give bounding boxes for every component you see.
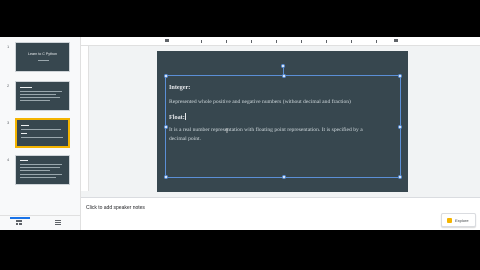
thumbnail-heading-line xyxy=(21,133,27,134)
filmstrip: 1 Learn to C Python 2 3 4 xyxy=(0,37,81,230)
thumbnail-text-line xyxy=(21,129,61,130)
resize-handle-bottom[interactable] xyxy=(282,175,286,179)
active-view-indicator xyxy=(10,217,30,219)
text-float-description-line-2[interactable]: decimal point. xyxy=(169,136,201,142)
slide-number: 2 xyxy=(7,83,10,88)
text-cursor xyxy=(185,113,186,120)
thumbnail-text-line xyxy=(21,137,63,138)
mouse-ibeam-cursor-icon: I xyxy=(226,128,228,135)
thumbnail-heading-line xyxy=(20,87,32,88)
vertical-ruler xyxy=(81,46,89,191)
resize-handle-top-right[interactable] xyxy=(398,74,402,78)
list-view-icon[interactable] xyxy=(55,220,61,225)
thumbnail-text-line xyxy=(20,91,62,92)
heading-float-text: Float: xyxy=(169,114,185,121)
slide-editor: Integer: Represented whole positive and … xyxy=(81,37,480,230)
thumbnail-title: Learn to C Python xyxy=(28,52,57,56)
explore-button[interactable]: Explore xyxy=(441,213,476,227)
thumbnail-heading-line xyxy=(21,125,29,126)
indent-marker[interactable] xyxy=(165,39,169,42)
slides-app: 1 Learn to C Python 2 3 4 Integer: Repre… xyxy=(0,37,480,230)
grid-view-icon[interactable] xyxy=(16,220,22,225)
thumbnail-text-line xyxy=(20,97,60,98)
slide-thumbnail-selected[interactable] xyxy=(15,118,70,148)
resize-handle-top[interactable] xyxy=(282,74,286,78)
filmstrip-view-toggle xyxy=(0,215,80,230)
thumbnail-text-line xyxy=(20,177,56,178)
speaker-notes-panel[interactable]: Click to add speaker notes Explore xyxy=(81,198,480,230)
thumbnail-heading-line xyxy=(20,160,28,161)
slide-thumbnail[interactable] xyxy=(15,155,70,185)
thumbnail-subtitle-line xyxy=(38,60,49,61)
resize-handle-bottom-left[interactable] xyxy=(164,175,168,179)
resize-handle-top-left[interactable] xyxy=(164,74,168,78)
slide-thumbnail[interactable]: Learn to C Python xyxy=(15,42,70,72)
explore-icon xyxy=(447,218,452,223)
resize-handle-bottom-right[interactable] xyxy=(398,175,402,179)
text-float-description-line-1[interactable]: It is a real number representation with … xyxy=(169,127,363,133)
slide-number: 4 xyxy=(7,157,10,162)
filmstrip-slide-3[interactable]: 3 xyxy=(0,118,80,154)
thumbnail-text-line xyxy=(20,170,50,171)
rotate-handle[interactable] xyxy=(281,64,285,68)
slide-number: 3 xyxy=(7,120,10,125)
thumbnail-text-line xyxy=(20,174,62,175)
heading-integer[interactable]: Integer: xyxy=(169,84,190,91)
horizontal-ruler xyxy=(81,37,480,46)
slide-canvas[interactable]: Integer: Represented whole positive and … xyxy=(157,51,408,192)
filmstrip-slide-4[interactable]: 4 xyxy=(0,155,80,191)
resize-handle-left[interactable] xyxy=(164,125,168,129)
heading-float[interactable]: Float: xyxy=(169,113,186,121)
thumbnail-text-line xyxy=(20,167,60,168)
slide-thumbnail[interactable] xyxy=(15,81,70,111)
thumbnail-text-line xyxy=(20,94,56,95)
right-indent-marker[interactable] xyxy=(394,39,398,42)
filmstrip-slide-2[interactable]: 2 xyxy=(0,81,80,117)
thumbnail-text-line xyxy=(20,164,62,165)
text-integer-description[interactable]: Represented whole positive and negative … xyxy=(169,99,351,105)
slide-number: 1 xyxy=(7,44,10,49)
thumbnail-text-line xyxy=(20,100,50,101)
resize-handle-right[interactable] xyxy=(398,125,402,129)
selected-text-box[interactable]: Integer: Represented whole positive and … xyxy=(164,64,402,179)
explore-label: Explore xyxy=(455,218,469,223)
speaker-notes-placeholder[interactable]: Click to add speaker notes xyxy=(86,205,145,211)
filmstrip-slide-1[interactable]: 1 Learn to C Python xyxy=(0,42,80,78)
